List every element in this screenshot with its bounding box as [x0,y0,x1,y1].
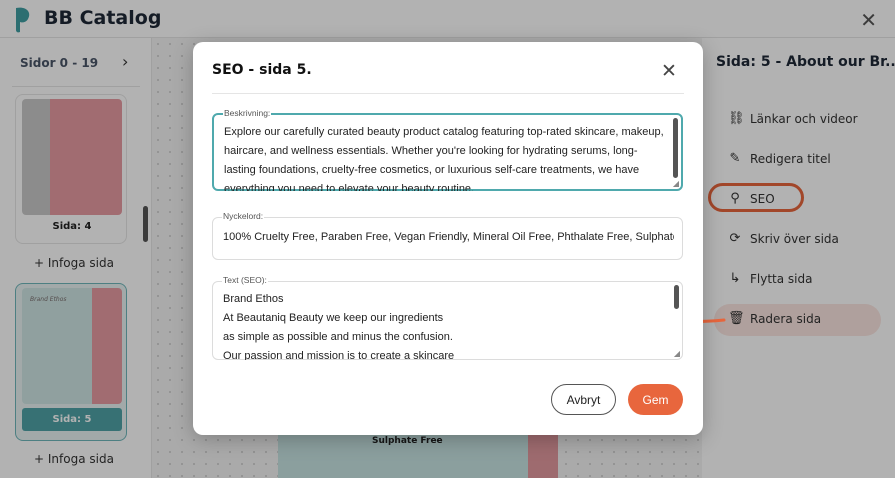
seo-text-label: Text (SEO): [222,275,268,285]
divider [212,93,684,94]
resize-handle-icon[interactable]: ◢ [673,180,679,188]
textarea-scrollbar[interactable] [674,285,679,309]
save-button[interactable]: Gem [628,384,683,415]
description-textarea[interactable]: Beskrivning: Explore our carefully curat… [212,108,683,191]
seo-text-content: Brand Ethos At Beautaniq Beauty we keep … [223,293,455,360]
textarea-scrollbar[interactable] [673,118,678,178]
description-text: Explore our carefully curated beauty pro… [224,126,667,191]
dialog-title: SEO - sida 5. [212,62,312,78]
keywords-input[interactable]: Nyckelord: 100% Cruelty Free, Paraben Fr… [212,211,683,260]
close-icon[interactable]: ✕ [661,61,677,81]
keywords-text: 100% Cruelty Free, Paraben Free, Vegan F… [223,231,674,243]
resize-handle-icon[interactable]: ◢ [674,350,680,358]
seo-text-textarea[interactable]: Text (SEO): Brand Ethos At Beautaniq Bea… [212,275,683,360]
seo-dialog: SEO - sida 5. ✕ Beskrivning: Explore our… [193,42,703,435]
keywords-label: Nyckelord: [222,211,265,221]
description-label: Beskrivning: [223,108,272,118]
cancel-button[interactable]: Avbryt [551,384,616,415]
